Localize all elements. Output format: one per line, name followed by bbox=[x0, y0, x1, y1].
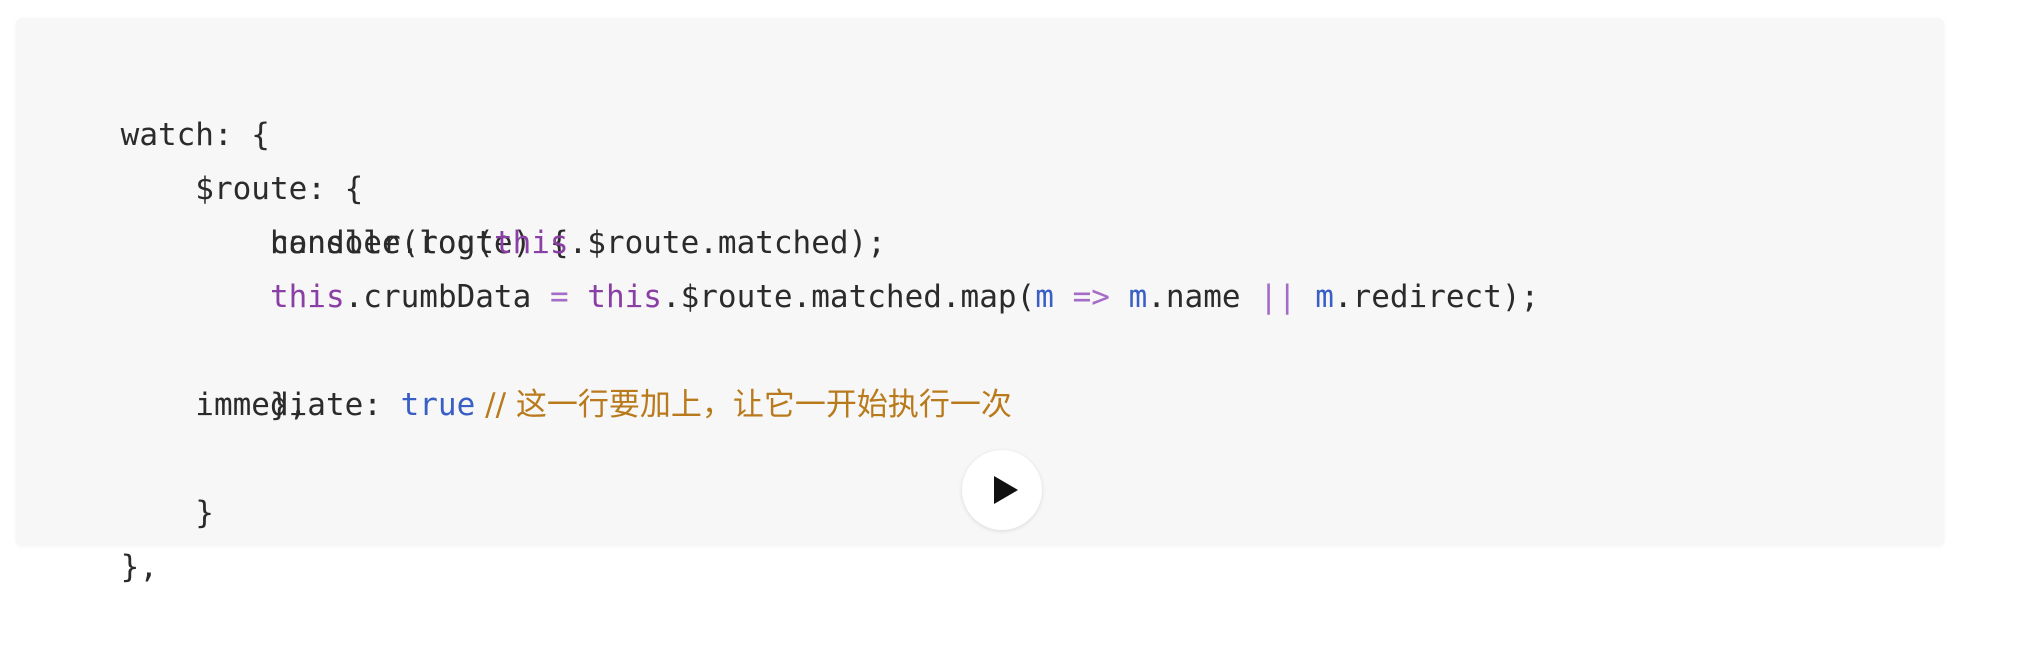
code-text: .name bbox=[1147, 279, 1260, 315]
code-line-6: }, bbox=[46, 324, 307, 423]
code-line-4: console.log(this.$route.matched); bbox=[46, 216, 886, 270]
code-comment: // 这一行要加上，让它一开始执行一次 bbox=[475, 387, 1012, 423]
operator-arrow: => bbox=[1072, 279, 1110, 315]
code-text: console.log( bbox=[46, 225, 494, 261]
param-m: m bbox=[1315, 279, 1334, 315]
code-text: .$route.matched); bbox=[568, 225, 886, 261]
code-text: .redirect); bbox=[1333, 279, 1540, 315]
param-m: m bbox=[1035, 279, 1054, 315]
keyword-this: this bbox=[269, 279, 345, 315]
code-text: .$route.matched.map( bbox=[661, 279, 1036, 315]
keyword-this: this bbox=[493, 225, 569, 261]
code-line-1: watch: { bbox=[46, 54, 270, 153]
code-line-5: this.crumbData = this.$route.matched.map… bbox=[46, 270, 1539, 324]
boolean-true: true bbox=[400, 387, 476, 423]
play-icon bbox=[994, 476, 1018, 504]
code-text: immediate: bbox=[46, 387, 401, 423]
code-line-7: immediate: true // 这一行要加上，让它一开始执行一次 bbox=[46, 378, 1012, 432]
code-text: .crumbData bbox=[344, 279, 550, 315]
code-text: }, bbox=[120, 549, 158, 585]
keyword-this: this bbox=[587, 279, 662, 315]
code-line-2: $route: { bbox=[46, 108, 363, 207]
code-line-8: } bbox=[46, 432, 214, 531]
operator-assign: = bbox=[549, 279, 569, 315]
param-m: m bbox=[1128, 279, 1148, 315]
code-block: watch: { $route: { handler(route) { cons… bbox=[16, 18, 1944, 585]
code-line-9: }, bbox=[46, 486, 158, 585]
play-button[interactable] bbox=[962, 450, 1042, 530]
code-line-3: handler(route) { bbox=[46, 162, 569, 261]
operator-or: || bbox=[1259, 279, 1297, 315]
